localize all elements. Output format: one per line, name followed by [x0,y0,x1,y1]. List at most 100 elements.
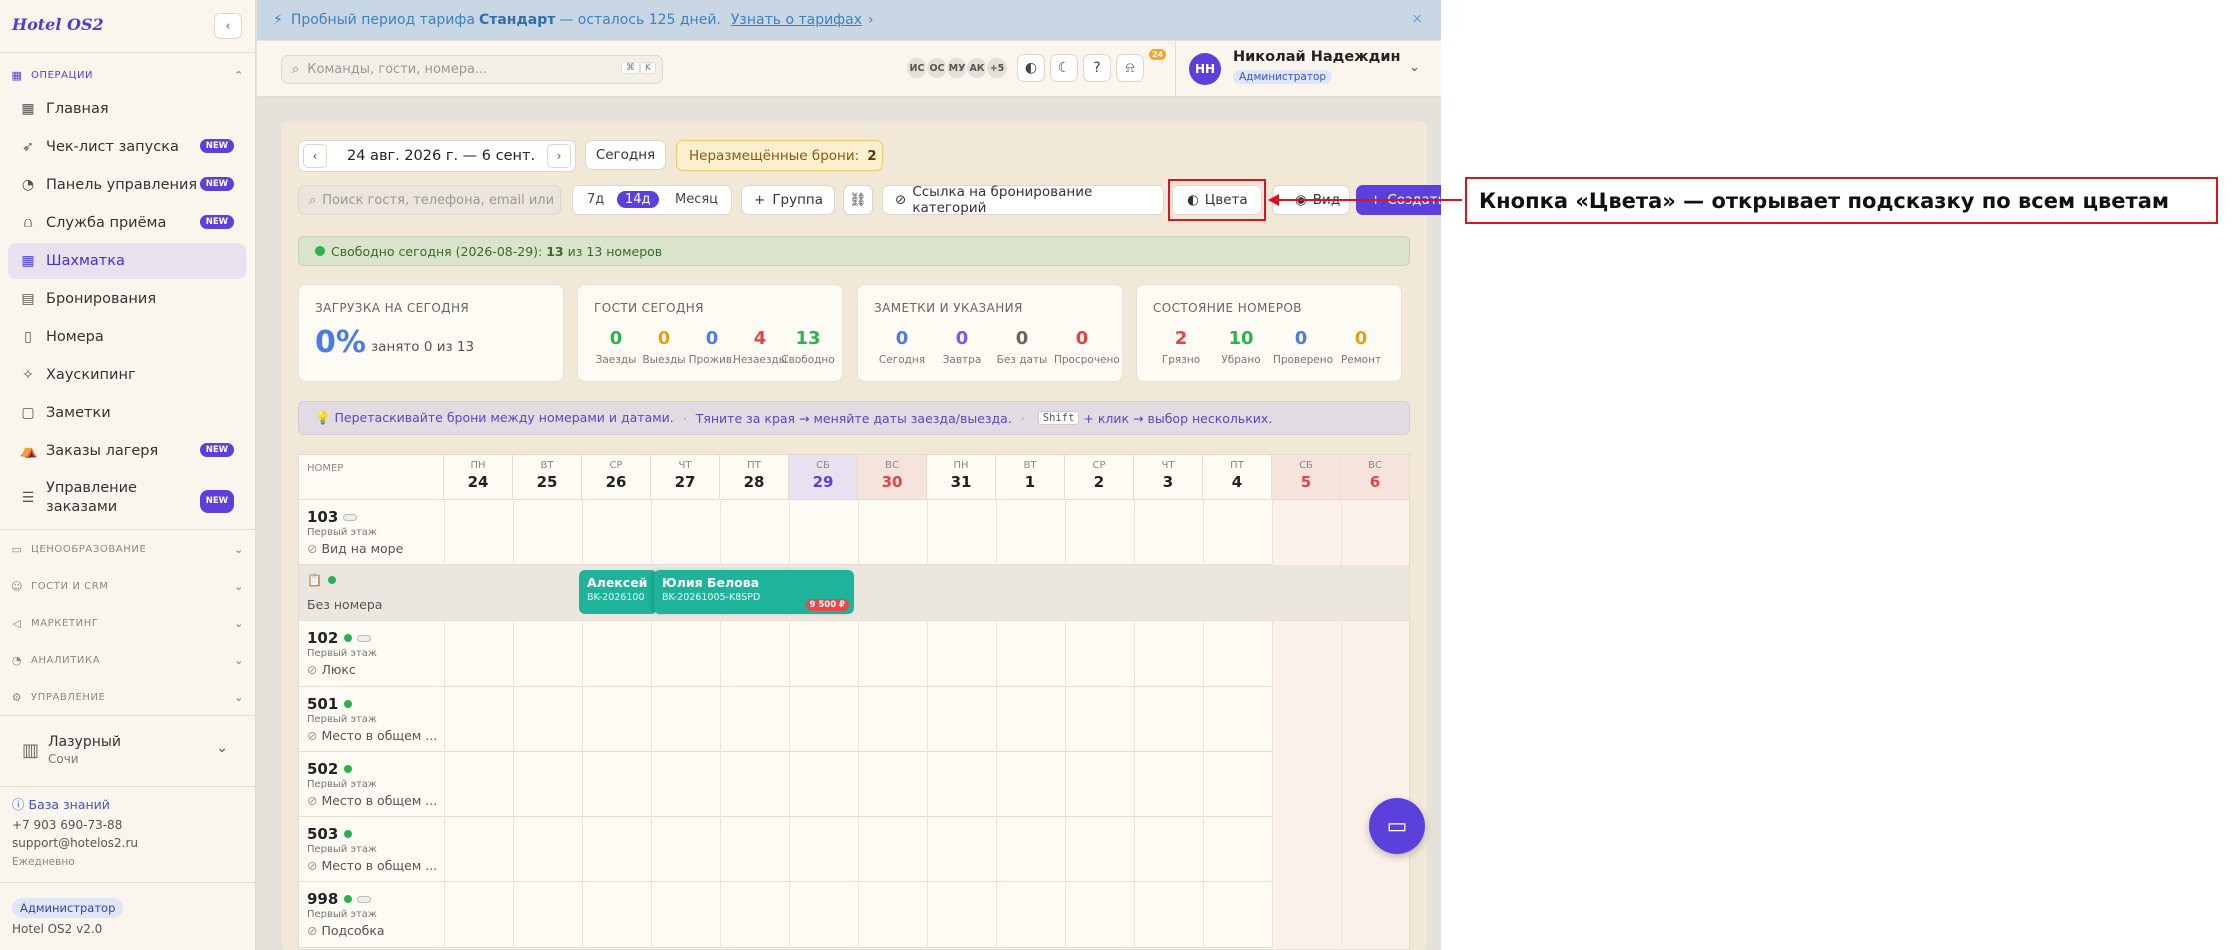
user-name[interactable]: Николай Надеждин [1233,49,1401,65]
booking-card[interactable]: Алексей BK-2026100 [579,570,657,614]
user-avatar[interactable]: НН [1189,53,1221,85]
day-cell[interactable] [720,752,789,817]
day-cell[interactable] [1341,565,1409,621]
sidebar-item-camp-orders[interactable]: ⛺ Заказы лагеря NEW [8,433,246,469]
day-cell[interactable] [858,621,927,687]
section-management[interactable]: ⚙ УПРАВЛЕНИЕ ⌄ [10,687,244,707]
day-cell[interactable] [513,500,582,565]
day-cell[interactable] [1065,817,1134,882]
room-number[interactable]: 998 [307,890,372,908]
day-cell[interactable] [1272,817,1341,882]
day-cell[interactable] [513,565,582,621]
sidebar-item-order-management[interactable]: ☰ Управление заказами NEW [8,475,246,521]
day-cell[interactable] [444,752,513,817]
day-cell[interactable] [1272,882,1341,948]
copy-link-button[interactable]: ⛓ [843,185,873,215]
day-cell[interactable] [1272,687,1341,752]
view-14d-option[interactable]: 14д [617,191,659,208]
day-cell[interactable] [582,687,651,752]
day-cell[interactable] [1065,752,1134,817]
day-cell[interactable] [927,621,996,687]
section-pricing[interactable]: ▭ ЦЕНООБРАЗОВАНИЕ ⌄ [10,539,244,559]
day-cell[interactable] [513,817,582,882]
view-range-toggle[interactable]: 7д 14д Месяц [572,185,732,215]
day-cell[interactable] [1203,687,1272,752]
pricing-link[interactable]: Узнать о тарифах [731,12,862,28]
day-cell[interactable] [927,500,996,565]
day-cell[interactable] [927,817,996,882]
metric[interactable]: 2 Грязно [1153,328,1209,366]
unplaced-bookings-button[interactable]: Неразмещённые брони: 2 [676,140,883,171]
day-cell[interactable] [1272,565,1341,621]
room-row[interactable]: 503 Первый этаж ⊘ Место в общем ... [299,817,1409,882]
date-range-picker[interactable]: ‹ 24 авг. 2026 г. — 6 сент. › [298,140,576,172]
day-cell[interactable] [858,752,927,817]
day-cell[interactable] [1341,500,1409,565]
day-cell[interactable] [789,817,858,882]
room-number[interactable]: 501 [307,695,353,713]
room-number[interactable]: 103 [307,508,358,526]
help-button[interactable]: ? [1083,54,1111,82]
day-cell[interactable] [1203,882,1272,948]
day-cell[interactable] [444,500,513,565]
day-cell[interactable] [444,817,513,882]
sidebar-item-control-panel[interactable]: ◔ Панель управления NEW [8,167,246,203]
day-cell[interactable] [789,500,858,565]
day-cell[interactable] [858,500,927,565]
day-cell[interactable] [651,817,720,882]
support-email[interactable]: support@hotelos2.ru [12,836,138,850]
section-marketing[interactable]: ◁ МАРКЕТИНГ ⌄ [10,613,244,633]
day-cell[interactable] [720,817,789,882]
day-cell[interactable] [720,500,789,565]
metric[interactable]: 0 Ремонт [1333,328,1389,366]
metric[interactable]: 0 Завтра [934,328,990,366]
day-cell[interactable] [858,565,927,621]
stat-card-guests[interactable]: ГОСТИ СЕГОДНЯ 0 Заезды 0 Выезды 0 Прожив. 4… [577,284,843,382]
group-button[interactable]: + Группа [741,185,835,215]
day-cell[interactable] [927,752,996,817]
day-cell[interactable] [1134,687,1203,752]
day-cell[interactable] [582,817,651,882]
date-range-label[interactable]: 24 авг. 2026 г. — 6 сент. [347,148,535,164]
room-number[interactable]: 102 [307,629,372,647]
day-cell[interactable] [1134,565,1203,621]
today-button[interactable]: Сегодня [585,140,666,170]
day-cell[interactable] [996,687,1065,752]
day-cell[interactable] [996,500,1065,565]
collapse-sidebar-button[interactable]: ‹ [214,13,242,39]
day-cell[interactable] [1341,621,1409,687]
hotel-switcher[interactable]: ▥ Лазурный Сочи ⌄ [12,728,242,772]
prev-period-button[interactable]: ‹ [303,144,327,168]
room-row[interactable]: 501 Первый этаж ⊘ Место в общем ... [299,687,1409,752]
day-cell[interactable] [444,687,513,752]
day-cell[interactable] [651,882,720,948]
day-cell[interactable] [651,500,720,565]
day-cell[interactable] [651,752,720,817]
day-cell[interactable] [858,687,927,752]
day-cell[interactable] [1065,565,1134,621]
sidebar-item-home[interactable]: ▦ Главная [8,91,246,127]
room-number[interactable]: 📋 [307,573,336,587]
sidebar-item-bookings[interactable]: ▤ Бронирования [8,281,246,317]
metric[interactable]: 13 Свободно [780,328,836,366]
more-users-avatar[interactable]: +5 [985,56,1009,80]
metric[interactable]: 0 Проверено [1273,328,1333,366]
chevron-down-icon[interactable]: ⌄ [1409,60,1420,75]
day-cell[interactable] [1065,621,1134,687]
day-cell[interactable] [1341,687,1409,752]
day-cell[interactable] [1065,882,1134,948]
room-row[interactable]: 103 Первый этаж ⊘ Вид на море [299,500,1409,565]
day-cell[interactable] [513,687,582,752]
app-logo[interactable]: Hotel OS2 [12,15,104,34]
day-cell[interactable] [789,621,858,687]
day-cell[interactable] [1203,752,1272,817]
day-cell[interactable] [1203,565,1272,621]
day-cell[interactable] [582,882,651,948]
sidebar-item-launch-checklist[interactable]: ➶ Чек-лист запуска NEW [8,129,246,165]
day-cell[interactable] [1341,882,1409,948]
room-row[interactable]: 102 Первый этаж ⊘ Люкс [299,621,1409,687]
knowledge-base-link[interactable]: ⓘ База знаний [12,794,110,813]
category-booking-link-button[interactable]: ⊘ Ссылка на бронирование категорий [882,184,1164,216]
day-cell[interactable] [927,687,996,752]
sidebar-item-chessboard[interactable]: ▦ Шахматка [8,243,246,279]
